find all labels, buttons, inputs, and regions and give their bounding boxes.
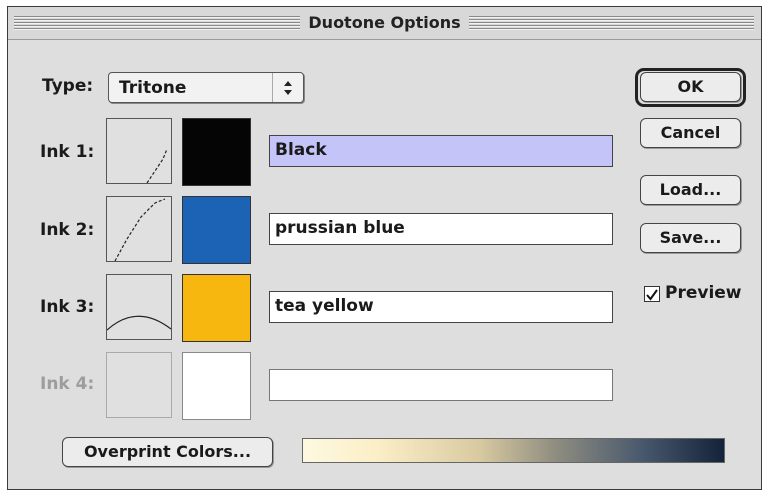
ink-4-label: Ink 4: [40,374,95,394]
popup-arrows-icon [272,73,303,102]
checkmark-icon [646,289,658,301]
ink-2-color-swatch[interactable] [182,196,251,264]
ink-3-label: Ink 3: [40,297,95,317]
duotone-options-dialog: Duotone Options Type: Tritone Ink 1: Bla… [7,6,762,490]
ink-1-name-field[interactable]: Black [269,135,613,167]
title-bar[interactable]: Duotone Options [8,7,761,40]
ink-3-color-swatch[interactable] [182,274,251,342]
ink-1-color-swatch[interactable] [182,118,251,186]
ink-3-name-field[interactable]: tea yellow [269,291,613,323]
save-button[interactable]: Save... [640,223,741,253]
ink-4-curve-box [106,352,172,418]
ink-2-curve-box[interactable] [106,196,172,262]
type-popup-value: Tritone [119,78,187,98]
ink-2-name-field[interactable]: prussian blue [269,213,613,245]
type-label: Type: [42,76,94,96]
overprint-colors-button[interactable]: Overprint Colors... [62,437,273,467]
ink-3-curve-graph [107,315,171,331]
ink-4-color-swatch [182,352,251,420]
ink-4-name-field [269,369,613,401]
ink-2-label: Ink 2: [40,220,95,240]
type-popup[interactable]: Tritone [108,72,304,103]
ink-3-curve-box[interactable] [106,274,172,340]
tritone-gradient-ramp [302,438,725,463]
preview-checkbox[interactable] [644,286,660,302]
cancel-button[interactable]: Cancel [640,118,741,148]
load-button[interactable]: Load... [640,175,741,205]
dialog-title: Duotone Options [8,13,761,32]
ink-1-curve-graph [146,148,168,183]
ink-1-label: Ink 1: [40,142,95,162]
ink-1-curve-box[interactable] [106,118,172,184]
ink-2-curve-graph [114,198,166,261]
preview-label[interactable]: Preview [665,283,742,303]
ok-button[interactable]: OK [640,72,741,102]
